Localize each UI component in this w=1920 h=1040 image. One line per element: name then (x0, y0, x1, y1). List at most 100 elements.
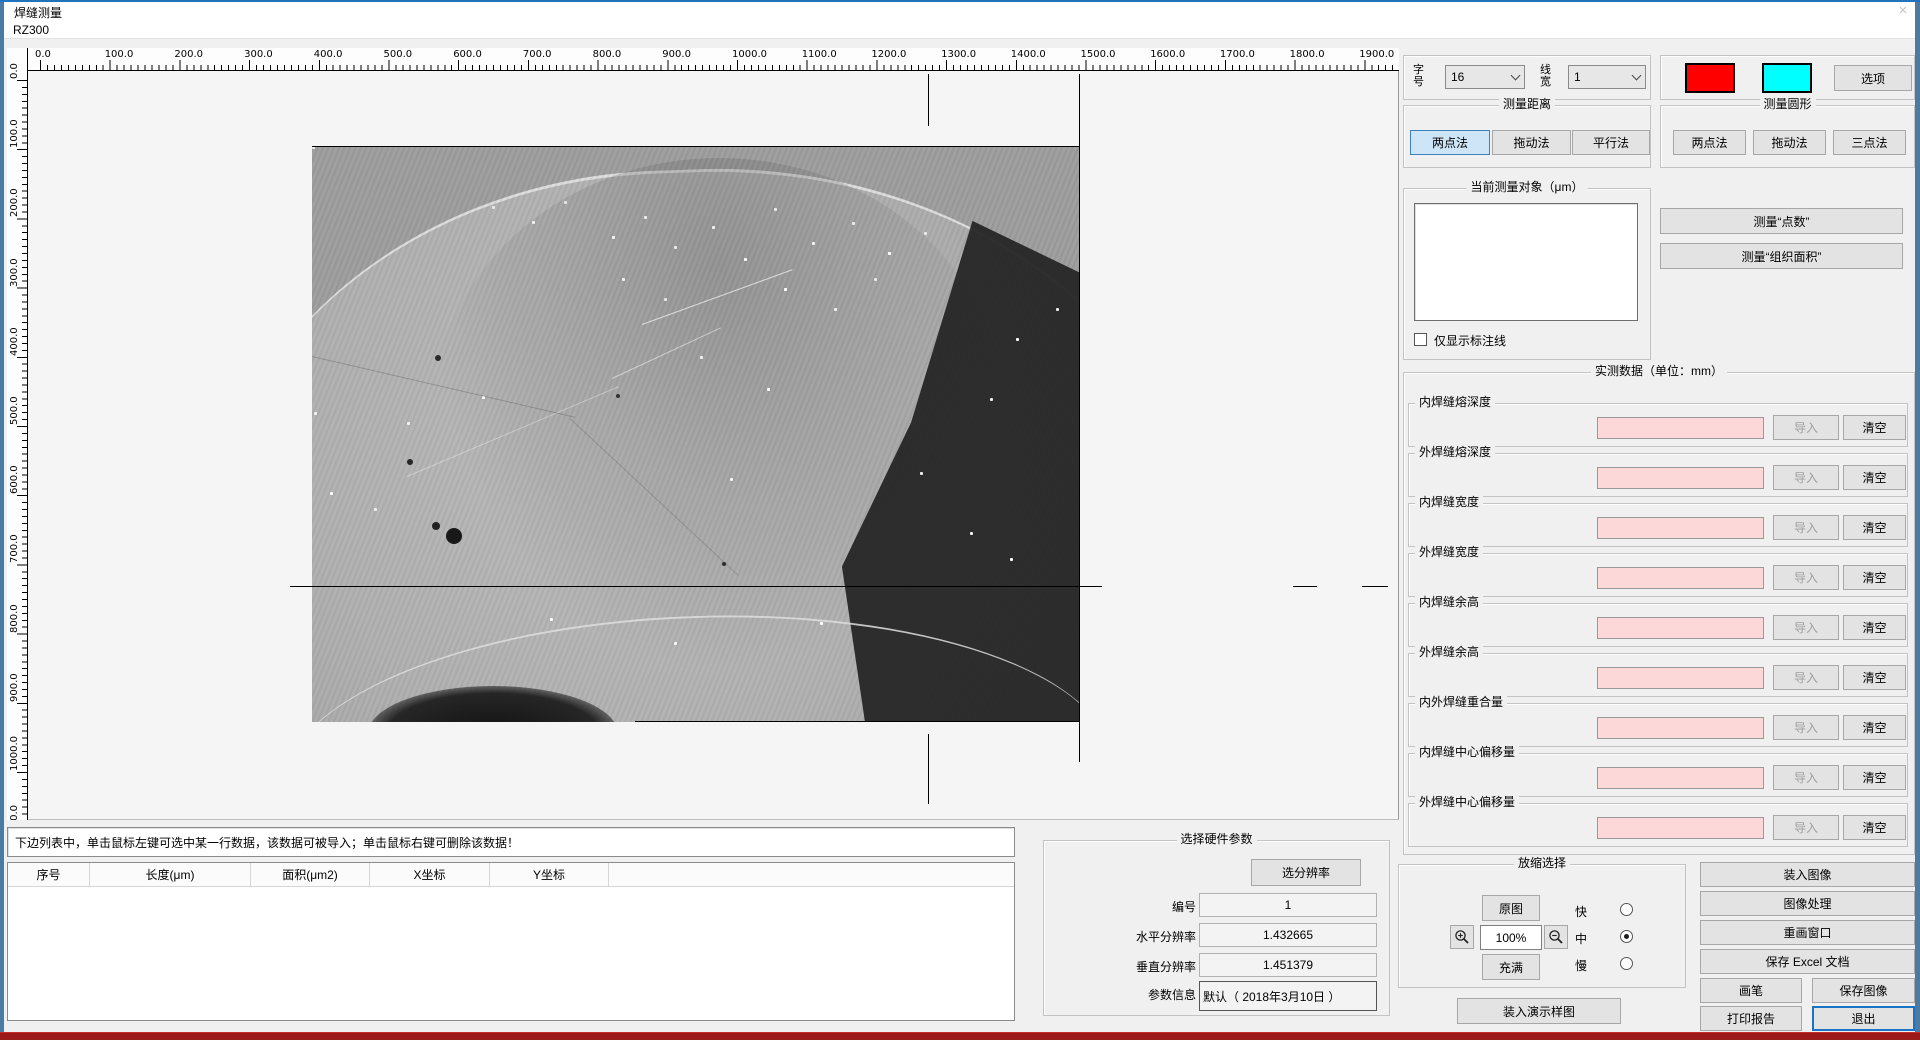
clear-button[interactable]: 清空 (1843, 765, 1906, 790)
circle-method-button-1[interactable]: 拖动法 (1753, 130, 1826, 155)
measure-value-input[interactable] (1597, 667, 1764, 689)
ruler-tick-label: 200.0 (9, 173, 20, 217)
circle-method-button-2[interactable]: 三点法 (1833, 130, 1906, 155)
measure-circle-title: 测量圆形 (1759, 97, 1815, 111)
clear-button[interactable]: 清空 (1843, 715, 1906, 740)
measure-circle-group: 测量圆形 两点法拖动法三点法 (1660, 105, 1915, 168)
chevron-down-icon (1632, 70, 1642, 80)
select-resolution-button[interactable]: 选分辨率 (1251, 859, 1361, 886)
clear-button[interactable]: 清空 (1843, 565, 1906, 590)
measure-row-label: 内外焊缝重合量 (1415, 695, 1507, 709)
measure-value-input[interactable] (1597, 767, 1764, 789)
circle-method-button-0[interactable]: 两点法 (1673, 130, 1746, 155)
measure-area-button[interactable]: 测量“组织面积” (1660, 243, 1903, 269)
current-object-list[interactable] (1414, 203, 1638, 321)
fill-window-button[interactable]: 充满 (1482, 954, 1540, 980)
speed-radio-0[interactable] (1620, 903, 1633, 916)
import-button[interactable]: 导入 (1773, 465, 1839, 490)
color-group: 选项 (1660, 55, 1915, 100)
clear-button[interactable]: 清空 (1843, 815, 1906, 840)
hw-field-label: 参数信息 (1052, 986, 1196, 1003)
line-width-select[interactable]: 1 (1568, 65, 1646, 89)
zoom-out-icon[interactable] (1544, 925, 1568, 949)
import-button[interactable]: 导入 (1773, 715, 1839, 740)
window-title: 焊缝测量 (14, 4, 62, 21)
inner-weld-color-swatch[interactable] (1685, 63, 1735, 93)
clear-button[interactable]: 清空 (1843, 415, 1906, 440)
measure-value-input[interactable] (1597, 817, 1764, 839)
measure-value-input[interactable] (1597, 567, 1764, 589)
zoom-in-icon[interactable] (1450, 925, 1474, 949)
show-annotation-only-checkbox[interactable] (1414, 333, 1427, 346)
zoom-percent-field[interactable]: 100% (1480, 925, 1542, 950)
measure-value-input[interactable] (1597, 417, 1764, 439)
measure-value-input[interactable] (1597, 717, 1764, 739)
clear-button[interactable]: 清空 (1843, 465, 1906, 490)
import-button[interactable]: 导入 (1773, 415, 1839, 440)
ruler-tick-label: 1400.0 (1011, 49, 1046, 60)
exit-button[interactable]: 退出 (1812, 1006, 1915, 1031)
marker-hdash (1293, 586, 1317, 587)
font-size-select[interactable]: 16 (1445, 65, 1525, 89)
image-process-button[interactable]: 图像处理 (1700, 891, 1915, 916)
weld-specimen-image[interactable] (312, 146, 1080, 722)
distance-method-button-0[interactable]: 两点法 (1410, 130, 1490, 155)
ruler-tick-label: 400.0 (314, 49, 343, 60)
save-image-button[interactable]: 保存图像 (1812, 978, 1915, 1003)
hw-field-label: 水平分辨率 (1052, 928, 1196, 945)
ruler-tick-label: 500.0 (9, 381, 20, 425)
speed-label-2: 慢 (1575, 957, 1587, 974)
measure-value-input[interactable] (1597, 467, 1764, 489)
measure-row-label: 内焊缝熔深度 (1415, 395, 1495, 409)
measure-row-label: 外焊缝宽度 (1415, 545, 1483, 559)
ruler-tick-label: 700.0 (9, 519, 20, 563)
save-excel-button[interactable]: 保存 Excel 文档 (1700, 949, 1915, 974)
ruler-tick-label: 1800.0 (1290, 49, 1325, 60)
measure-row-label: 外焊缝中心偏移量 (1415, 795, 1519, 809)
menu-bar (0, 21, 1920, 39)
title-bar (0, 2, 1920, 21)
speed-radio-2[interactable] (1620, 957, 1633, 970)
ruler-tick-label: 1200.0 (871, 49, 906, 60)
window-left-border (0, 2, 4, 1032)
speed-label-1: 中 (1575, 930, 1587, 947)
original-size-button[interactable]: 原图 (1482, 895, 1540, 921)
speed-radio-1[interactable] (1620, 930, 1633, 943)
clear-button[interactable]: 清空 (1843, 615, 1906, 640)
marker-hline (290, 586, 1102, 587)
print-report-button[interactable]: 打印报告 (1700, 1006, 1802, 1031)
clear-button[interactable]: 清空 (1843, 515, 1906, 540)
measure-points-button[interactable]: 测量“点数” (1660, 208, 1903, 234)
ruler-tick-label: 300.0 (9, 243, 20, 287)
outer-weld-color-swatch[interactable] (1762, 63, 1812, 93)
hw-field-label: 编号 (1052, 898, 1196, 915)
table-header-2: 面积(μm2) (251, 863, 370, 886)
distance-method-button-2[interactable]: 平行法 (1572, 130, 1650, 155)
load-demo-image-button[interactable]: 装入演示样图 (1457, 998, 1621, 1024)
info-bar: 下边列表中，单击鼠标左键可选中某一行数据，该数据可被导入；单击鼠标右键可删除该数… (7, 827, 1015, 857)
measure-value-input[interactable] (1597, 517, 1764, 539)
ruler-tick-label: 0.0 (9, 48, 20, 79)
menu-item-rz300[interactable]: RZ300 (13, 23, 49, 37)
import-button[interactable]: 导入 (1773, 565, 1839, 590)
pen-button[interactable]: 画笔 (1700, 978, 1802, 1003)
import-button[interactable]: 导入 (1773, 515, 1839, 540)
measure-row-2: 内焊缝宽度导入清空 (1408, 503, 1908, 547)
clear-button[interactable]: 清空 (1843, 665, 1906, 690)
import-button[interactable]: 导入 (1773, 815, 1839, 840)
redraw-window-button[interactable]: 重画窗口 (1700, 920, 1915, 945)
measure-value-input[interactable] (1597, 617, 1764, 639)
import-button[interactable]: 导入 (1773, 615, 1839, 640)
ruler-tick-label: 600.0 (9, 450, 20, 494)
close-icon[interactable]: × (1890, 2, 1916, 20)
current-object-title: 当前测量对象（μm） (1467, 180, 1588, 194)
options-button[interactable]: 选项 (1834, 65, 1912, 91)
ruler-tick-label: 200.0 (174, 49, 203, 60)
distance-method-button-1[interactable]: 拖动法 (1492, 130, 1571, 155)
import-button[interactable]: 导入 (1773, 665, 1839, 690)
bottom-red-bar (0, 1032, 1920, 1040)
import-button[interactable]: 导入 (1773, 765, 1839, 790)
load-image-button[interactable]: 装入图像 (1700, 862, 1915, 887)
results-table[interactable]: 序号长度(μm)面积(μm2)X坐标Y坐标 (7, 862, 1015, 1021)
measure-row-label: 外焊缝熔深度 (1415, 445, 1495, 459)
